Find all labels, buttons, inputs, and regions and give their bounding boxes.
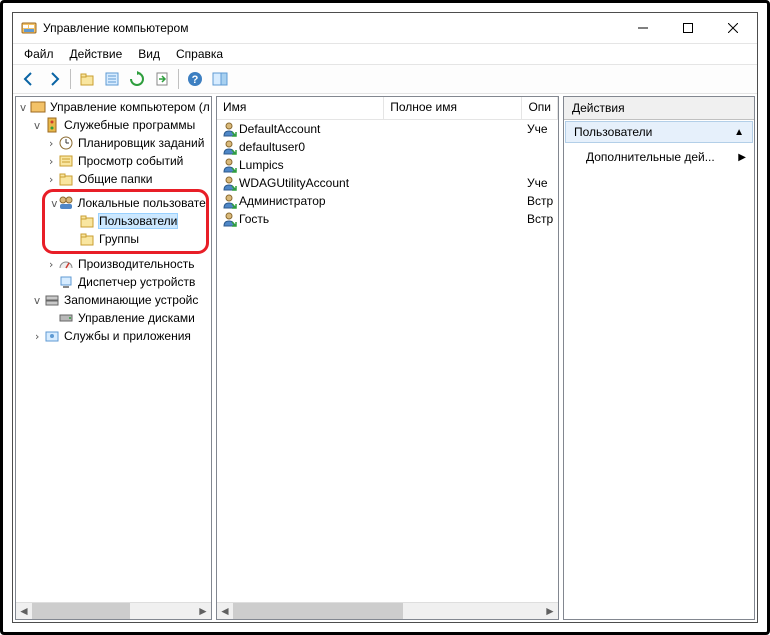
refresh-button[interactable] bbox=[125, 67, 149, 91]
menu-bar: Файл Действие Вид Справка bbox=[13, 44, 757, 64]
tree-pane: v Управление компьютером (л v Служебные … bbox=[15, 96, 212, 620]
tree-storage[interactable]: v Запоминающие устройс bbox=[16, 291, 211, 309]
tree-users[interactable]: · Пользователи bbox=[45, 212, 206, 230]
user-icon bbox=[221, 139, 237, 155]
list-header: Имя Полное имя Опи bbox=[217, 97, 558, 120]
collapse-icon: ▲ bbox=[734, 127, 744, 138]
list-item[interactable]: Администратор Встр bbox=[217, 192, 558, 210]
app-icon bbox=[21, 20, 37, 36]
submenu-icon: ▶ bbox=[738, 152, 746, 163]
actions-group-users[interactable]: Пользователи ▲ bbox=[565, 121, 753, 143]
up-button[interactable] bbox=[75, 67, 99, 91]
help-button[interactable]: ? bbox=[183, 67, 207, 91]
user-icon bbox=[221, 211, 237, 227]
show-hide-button[interactable] bbox=[208, 67, 232, 91]
user-name: Администратор bbox=[239, 194, 326, 208]
maximize-button[interactable] bbox=[665, 13, 710, 43]
list-scrollbar[interactable]: ◄► bbox=[217, 602, 558, 619]
tree-device-manager[interactable]: · Диспетчер устройств bbox=[16, 273, 211, 291]
tree-root[interactable]: v Управление компьютером (л bbox=[16, 98, 211, 116]
tree-services-apps[interactable]: › Службы и приложения bbox=[16, 327, 211, 345]
minimize-button[interactable] bbox=[620, 13, 665, 43]
list-pane: Имя Полное имя Опи DefaultAccount Уче defa… bbox=[216, 96, 559, 620]
tree-groups[interactable]: · Группы bbox=[45, 230, 206, 248]
user-icon bbox=[221, 121, 237, 137]
close-button[interactable] bbox=[710, 13, 755, 43]
col-desc[interactable]: Опи bbox=[522, 97, 558, 119]
col-name[interactable]: Имя bbox=[217, 97, 384, 119]
actions-pane: Действия Пользователи ▲ Дополнительные д… bbox=[563, 96, 755, 620]
user-name: Гость bbox=[239, 212, 269, 226]
user-icon bbox=[221, 193, 237, 209]
tree-performance[interactable]: › Производительность bbox=[16, 255, 211, 273]
user-desc: Встр bbox=[523, 212, 558, 226]
properties-button[interactable] bbox=[100, 67, 124, 91]
user-icon bbox=[221, 157, 237, 173]
actions-header: Действия bbox=[564, 97, 754, 120]
tree-task-scheduler-label: Планировщик заданий bbox=[77, 136, 205, 150]
tree-event-viewer-label: Просмотр событий bbox=[77, 154, 184, 168]
forward-button[interactable] bbox=[42, 67, 66, 91]
svg-text:?: ? bbox=[192, 74, 199, 86]
tree-users-label: Пользователи bbox=[98, 213, 178, 229]
user-desc: Уче bbox=[523, 122, 558, 136]
menu-help[interactable]: Справка bbox=[169, 45, 230, 63]
toolbar: ? bbox=[13, 64, 757, 94]
menu-action[interactable]: Действие bbox=[63, 45, 130, 63]
actions-group-label: Пользователи bbox=[574, 125, 652, 139]
list-item[interactable]: defaultuser0 bbox=[217, 138, 558, 156]
tree-services-apps-label: Службы и приложения bbox=[63, 329, 192, 343]
window-title: Управление компьютером bbox=[43, 21, 620, 35]
tree-system-tools[interactable]: v Служебные программы bbox=[16, 116, 211, 134]
actions-more[interactable]: Дополнительные дей... ▶ bbox=[564, 144, 754, 170]
user-name: Lumpics bbox=[239, 158, 284, 172]
tree-disk-mgmt[interactable]: · Управление дисками bbox=[16, 309, 211, 327]
tree-shared-folders-label: Общие папки bbox=[77, 172, 153, 186]
tree-local-users[interactable]: v Локальные пользовате bbox=[45, 194, 206, 212]
tree-shared-folders[interactable]: › Общие папки bbox=[16, 170, 211, 188]
user-name: DefaultAccount bbox=[239, 122, 320, 136]
tree-groups-label: Группы bbox=[98, 232, 140, 246]
user-name: defaultuser0 bbox=[239, 140, 305, 154]
tree-storage-label: Запоминающие устройс bbox=[63, 293, 199, 307]
list-item[interactable]: Гость Встр bbox=[217, 210, 558, 228]
title-bar: Управление компьютером bbox=[13, 13, 757, 44]
tree-view[interactable]: v Управление компьютером (л v Служебные … bbox=[16, 97, 211, 602]
list-item[interactable]: WDAGUtilityAccount Уче bbox=[217, 174, 558, 192]
back-button[interactable] bbox=[17, 67, 41, 91]
menu-file[interactable]: Файл bbox=[17, 45, 61, 63]
actions-more-label: Дополнительные дей... bbox=[586, 150, 715, 164]
user-desc: Уче bbox=[523, 176, 558, 190]
menu-view[interactable]: Вид bbox=[131, 45, 167, 63]
list-item[interactable]: DefaultAccount Уче bbox=[217, 120, 558, 138]
tree-local-users-label: Локальные пользовате bbox=[77, 196, 207, 210]
list-item[interactable]: Lumpics bbox=[217, 156, 558, 174]
user-name: WDAGUtilityAccount bbox=[239, 176, 349, 190]
list-body[interactable]: DefaultAccount Уче defaultuser0 Lumpics WDAG… bbox=[217, 120, 558, 602]
user-desc: Встр bbox=[523, 194, 558, 208]
highlight-box: v Локальные пользовате · Пользователи · … bbox=[42, 189, 209, 254]
tree-system-tools-label: Служебные программы bbox=[63, 118, 196, 132]
tree-event-viewer[interactable]: › Просмотр событий bbox=[16, 152, 211, 170]
tree-device-manager-label: Диспетчер устройств bbox=[77, 275, 196, 289]
col-fullname[interactable]: Полное имя bbox=[384, 97, 522, 119]
user-icon bbox=[221, 175, 237, 191]
tree-performance-label: Производительность bbox=[77, 257, 195, 271]
tree-disk-mgmt-label: Управление дисками bbox=[77, 311, 196, 325]
tree-scrollbar[interactable]: ◄► bbox=[16, 602, 211, 619]
export-button[interactable] bbox=[150, 67, 174, 91]
tree-root-label: Управление компьютером (л bbox=[49, 100, 211, 114]
tree-task-scheduler[interactable]: › Планировщик заданий bbox=[16, 134, 211, 152]
